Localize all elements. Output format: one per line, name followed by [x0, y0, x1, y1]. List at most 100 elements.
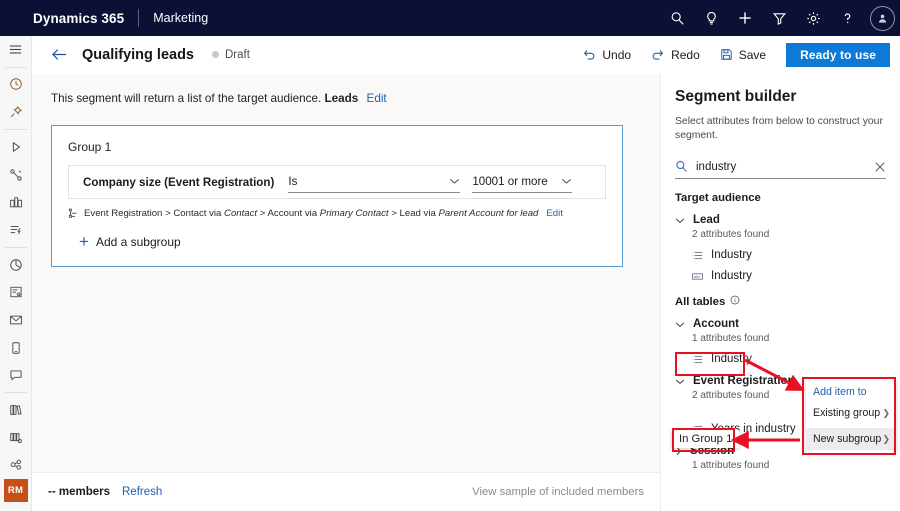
segment-target-audience: Leads: [325, 92, 359, 105]
refresh-link[interactable]: Refresh: [122, 486, 162, 498]
events-icon[interactable]: [0, 188, 32, 216]
plus-icon[interactable]: [728, 0, 762, 36]
table-name: Event Registration: [693, 375, 795, 387]
search-icon[interactable]: [660, 0, 694, 36]
chevron-down-icon: [449, 175, 460, 188]
user-avatar[interactable]: [864, 0, 900, 36]
segment-description: This segment will return a list of the t…: [51, 92, 660, 105]
relationship-path-segment: Contact: [224, 208, 257, 219]
view-sample-link[interactable]: View sample of included members: [472, 486, 644, 498]
edit-target-audience-link[interactable]: Edit: [367, 92, 387, 105]
attribute-label: Industry: [711, 353, 752, 365]
add-subgroup-label: Add a subgroup: [96, 235, 181, 249]
emails-icon[interactable]: [0, 306, 32, 334]
redo-label: Redo: [671, 48, 700, 62]
segments-icon[interactable]: [0, 161, 32, 189]
lightbulb-icon[interactable]: [694, 0, 728, 36]
library-icon[interactable]: [0, 396, 32, 424]
search-input[interactable]: industry: [696, 161, 866, 173]
brand-label[interactable]: Dynamics 365: [33, 11, 124, 26]
forms-icon[interactable]: [0, 278, 32, 306]
undo-icon: [582, 48, 596, 61]
contacts-icon[interactable]: [0, 451, 32, 479]
rail-divider: [5, 129, 27, 130]
pinned-icon[interactable]: [0, 98, 32, 126]
flyout-item-label: New subgroup: [813, 433, 881, 445]
gear-icon[interactable]: [796, 0, 830, 36]
site-map-hamburger[interactable]: [0, 36, 32, 64]
relationship-path-text: Event Registration > Contact via Contact…: [84, 208, 538, 219]
table-row-lead[interactable]: Lead: [675, 214, 900, 226]
help-icon[interactable]: [830, 0, 864, 36]
add-item-flyout: Add item to Existing group ❯ New subgrou…: [806, 379, 896, 453]
analytics-icon[interactable]: [0, 251, 32, 279]
status-badge: Draft: [225, 49, 250, 61]
panel-title: Segment builder: [675, 88, 900, 106]
relationship-path-segment: >: [260, 208, 266, 219]
save-icon: [720, 48, 733, 61]
attribute-label: Industry: [711, 249, 752, 261]
option-set-icon: [692, 354, 703, 365]
search-icon: [675, 160, 688, 173]
table-row-account[interactable]: Account: [675, 318, 900, 330]
save-button[interactable]: Save: [710, 40, 776, 70]
members-bar: -- members Refresh View sample of includ…: [32, 472, 660, 511]
edit-relationship-link[interactable]: Edit: [546, 208, 563, 219]
segment-description-prefix: This segment will return a list of the t…: [51, 92, 321, 105]
customer-journeys-icon[interactable]: [0, 133, 32, 161]
flyout-item-existing-group[interactable]: Existing group ❯: [806, 402, 896, 424]
undo-button[interactable]: Undo: [572, 40, 641, 70]
relationship-path-segment: Parent Account for lead: [438, 208, 538, 219]
relationship-path-segment: >: [391, 208, 397, 219]
social-icon[interactable]: [0, 361, 32, 389]
attribute-lead-industry-optionset[interactable]: Industry: [692, 249, 900, 261]
chevron-down-icon: [675, 321, 685, 328]
in-group-tooltip: In Group 1: [672, 430, 739, 448]
attribute-label: Industry: [711, 270, 752, 282]
condition-value: 10001 or more: [472, 175, 547, 188]
group-title: Group 1: [68, 140, 606, 154]
filter-icon[interactable]: [762, 0, 796, 36]
members-count: -- members: [48, 486, 110, 498]
mobile-icon[interactable]: [0, 334, 32, 362]
chevron-right-icon: ❯: [882, 434, 890, 445]
command-bar-actions: Undo Redo Save Ready to use: [572, 40, 900, 70]
group-card: Group 1 Company size (Event Registration…: [51, 125, 623, 267]
target-audience-label: Target audience: [675, 192, 761, 204]
search-box[interactable]: industry: [675, 155, 886, 179]
status-dot-icon: [212, 51, 219, 58]
chevron-down-icon: [561, 175, 572, 188]
all-tables-heading: All tables: [675, 295, 900, 308]
attribute-count: 1 attributes found: [692, 333, 900, 344]
templates-icon[interactable]: [0, 424, 32, 452]
left-nav-rail: RM: [0, 36, 32, 511]
relationship-path-segment: Account via: [268, 208, 318, 219]
table-name: Lead: [693, 214, 720, 226]
table-name: Account: [693, 318, 739, 330]
operator-dropdown[interactable]: Is: [288, 171, 460, 193]
add-subgroup-button[interactable]: + Add a subgroup: [79, 233, 606, 250]
chevron-down-icon: [675, 378, 685, 385]
rail-divider: [5, 67, 27, 68]
value-dropdown[interactable]: 10001 or more: [472, 171, 572, 193]
environment-badge[interactable]: RM: [4, 479, 28, 502]
lead-scoring-icon[interactable]: [0, 216, 32, 244]
app-name-label[interactable]: Marketing: [153, 11, 208, 25]
attribute-lead-industry-text[interactable]: abc Industry: [692, 270, 900, 282]
avatar-circle: [870, 6, 895, 31]
recent-icon[interactable]: [0, 71, 32, 99]
condition-attribute[interactable]: Company size (Event Registration): [83, 176, 274, 189]
suite-bar: Dynamics 365 Marketing: [0, 0, 900, 36]
chevron-down-icon: [675, 217, 685, 224]
back-arrow-icon[interactable]: [44, 40, 74, 70]
plus-icon: +: [79, 233, 89, 250]
ready-to-use-button[interactable]: Ready to use: [786, 43, 890, 67]
command-bar: Qualifying leads Draft Undo Redo: [32, 36, 900, 74]
redo-button[interactable]: Redo: [641, 40, 710, 70]
info-icon[interactable]: [730, 295, 740, 308]
flyout-item-new-subgroup[interactable]: New subgroup ❯: [806, 428, 896, 450]
attribute-account-industry[interactable]: Industry: [692, 353, 900, 365]
page-title: Qualifying leads: [82, 47, 194, 63]
redo-icon: [651, 48, 665, 61]
clear-search-icon[interactable]: [874, 161, 886, 173]
